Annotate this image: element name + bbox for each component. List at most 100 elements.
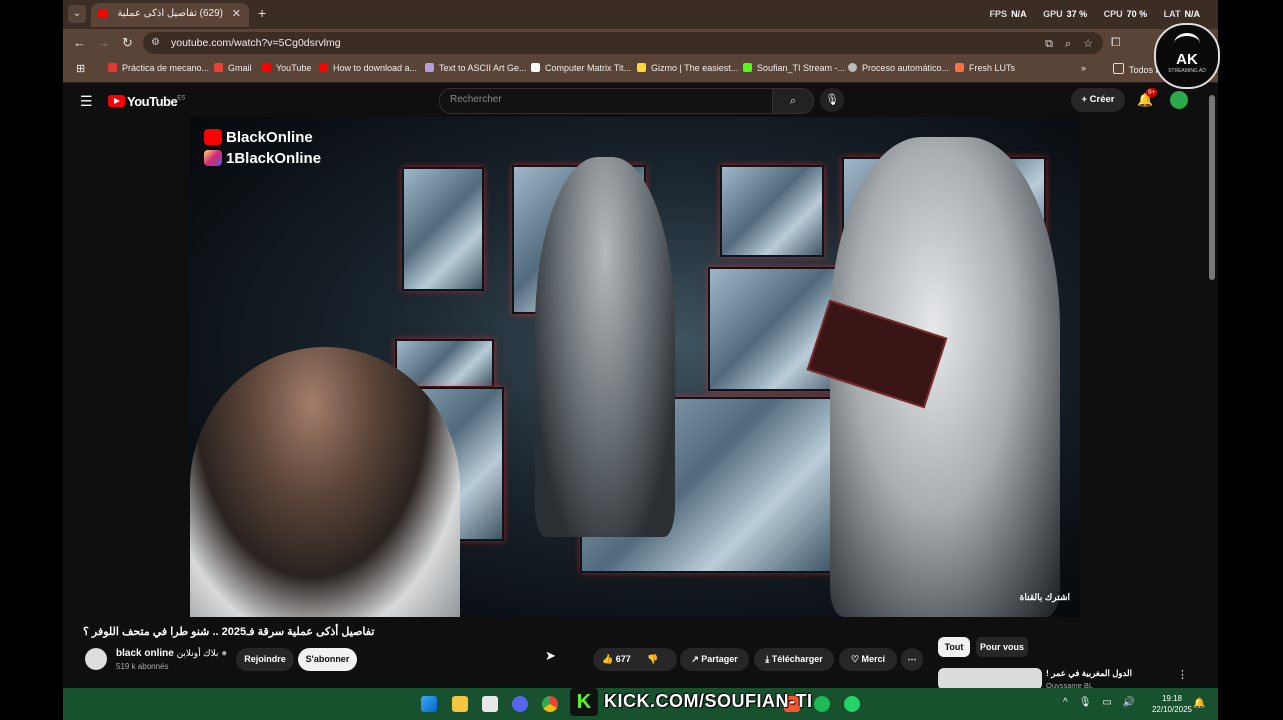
tab-search-button[interactable]: ⌄ <box>68 5 86 23</box>
cast-icon[interactable]: ⧉ <box>1045 38 1053 50</box>
youtube-header: ☰ YouTubeES Rechercher ⌕ 🎙 + Créer 🔔 9+ <box>63 83 1218 117</box>
stream-logo-text: AK <box>1176 51 1198 68</box>
bookmark-item[interactable]: YouTube <box>262 63 311 73</box>
join-button[interactable]: Rejoindre <box>236 648 294 671</box>
stream-logo: AK STREAMING AD <box>1154 23 1220 89</box>
kick-logo-icon: K <box>570 688 598 716</box>
instagram-icon <box>204 150 222 166</box>
bookmark-item[interactable]: Práctica de mecano... <box>108 63 209 73</box>
kick-icon <box>743 63 752 72</box>
file-explorer-icon[interactable] <box>452 696 468 712</box>
new-tab-button[interactable]: + <box>258 5 266 21</box>
video-person-seated <box>190 347 460 617</box>
mouse-cursor-icon: ➤ <box>545 648 556 663</box>
tab-active[interactable]: (629) تفاصيل أذكى عملية سـ ✕ <box>91 3 249 27</box>
gizmo-star-icon <box>637 63 646 72</box>
tray-chevron-icon[interactable]: ^ <box>1063 697 1068 708</box>
verified-icon: ● <box>221 648 228 659</box>
bookmark-item[interactable]: Soufian_TI Stream -... <box>743 63 845 73</box>
watermark-instagram: 1BlackOnline <box>204 150 321 167</box>
thanks-heart-icon: ♡ <box>850 654 860 664</box>
subscribe-button[interactable]: S'abonner <box>298 648 357 671</box>
stream-logo-sub: STREAMING AD <box>1168 68 1206 74</box>
subscribe-watermark: اشترك بالقناة <box>1019 592 1070 602</box>
search-icon: ⌕ <box>789 95 797 107</box>
bookmark-item[interactable]: Proceso automático... <box>848 63 949 73</box>
lat-stat: LAT N/A <box>1163 9 1200 19</box>
bookmark-star-icon[interactable]: ☆ <box>1083 38 1093 50</box>
zoom-icon[interactable]: ⌕ <box>1065 38 1071 50</box>
address-bar[interactable]: ⚙ youtube.com/watch?v=5Cg0dsrvlmg ⧉ ⌕ ☆ <box>143 32 1103 54</box>
page-scrollbar[interactable] <box>1209 95 1215 280</box>
display-icon[interactable]: ▭ <box>1102 697 1111 708</box>
like-button[interactable]: 👍 677 👎 <box>593 648 677 671</box>
system-tray: ^ 🎙 ▭ 🔊 <box>1063 697 1146 708</box>
fresh-luts-icon <box>955 63 964 72</box>
bookmarks-bar: ⊞ Práctica de mecano... Gmail YouTube Ho… <box>63 57 1218 83</box>
apps-grid-icon[interactable]: ⊞ <box>76 62 85 75</box>
volume-icon[interactable]: 🔊 <box>1123 697 1135 708</box>
back-icon[interactable]: ← <box>73 35 86 50</box>
discord-icon[interactable] <box>512 696 528 712</box>
microphone-icon[interactable]: 🎙 <box>1079 697 1092 708</box>
youtube-icon <box>204 129 222 145</box>
globe-icon <box>848 63 857 72</box>
channel-name[interactable]: black online بلاك أونلاين ● <box>116 648 227 659</box>
whatsapp-icon[interactable] <box>844 696 860 712</box>
url-text[interactable]: youtube.com/watch?v=5Cg0dsrvlmg <box>171 37 341 49</box>
store-icon[interactable] <box>482 696 498 712</box>
download-button[interactable]: ⤓ Télécharger <box>754 648 834 671</box>
bookmark-item[interactable]: Text to ASCII Art Ge... <box>425 63 527 73</box>
bookmark-item[interactable]: Computer Matrix Tit... <box>531 63 631 73</box>
omnibox-actions: ⧉ ⌕ ☆ <box>1033 37 1093 51</box>
browser-window: ⌄ (629) تفاصيل أذكى عملية سـ ✕ + FPSN/A … <box>63 0 1218 720</box>
subscriber-count: 519 k abonnés <box>116 662 169 671</box>
share-button[interactable]: ↗ Partager <box>680 648 749 671</box>
tab-close-icon[interactable]: ✕ <box>232 7 241 20</box>
video-title: تفاصيل أذكى عملية سرقة فـ2025 .. شنو طرا… <box>83 626 375 638</box>
recommended-more-icon[interactable]: ⋮ <box>1177 668 1188 681</box>
gpu-stat: GPU 37 % <box>1043 9 1088 19</box>
bookmark-favicon-icon <box>108 63 117 72</box>
thanks-button[interactable]: ♡ Merci <box>839 648 897 671</box>
chip-all[interactable]: Tout <box>938 637 970 657</box>
search-button[interactable]: ⌕ <box>772 88 814 114</box>
bookmark-item[interactable]: Fresh LUTs <box>955 63 1015 73</box>
voice-search-icon[interactable]: 🎙 <box>820 88 844 112</box>
video-monitor <box>402 167 484 291</box>
chip-for-you[interactable]: Pour vous <box>976 637 1028 657</box>
notifications-bell-icon[interactable]: 🔔 9+ <box>1137 88 1158 108</box>
bookmark-item[interactable]: Gizmo | The easiest... <box>637 63 738 73</box>
youtube-icon <box>262 63 271 72</box>
thumbs-up-icon: 👍 <box>602 654 614 664</box>
chrome-icon[interactable] <box>542 696 558 712</box>
bookmarks-more-icon[interactable]: » <box>1081 63 1086 73</box>
create-button[interactable]: + Créer <box>1071 88 1125 112</box>
search-placeholder: Rechercher <box>450 94 502 105</box>
bookmark-item[interactable]: Gmail <box>214 63 252 73</box>
youtube-logo[interactable]: YouTubeES <box>108 93 185 111</box>
extensions-icon[interactable]: ⧠ <box>1111 35 1121 50</box>
account-avatar[interactable] <box>1170 91 1188 109</box>
windows-start-icon[interactable] <box>421 696 437 712</box>
thumbs-down-icon[interactable]: 👎 <box>647 654 658 664</box>
more-actions-icon[interactable]: ⋯ <box>901 648 923 671</box>
site-info-icon[interactable]: ⚙ <box>151 37 160 48</box>
ascii-icon <box>425 63 434 72</box>
video-monitor <box>720 165 824 257</box>
recommended-thumbnail[interactable] <box>938 668 1042 690</box>
menu-hamburger-icon[interactable]: ☰ <box>80 93 93 110</box>
video-person-standing <box>535 157 675 537</box>
notification-center-icon[interactable]: 🔔 <box>1193 698 1205 709</box>
fps-stat: FPS N/A <box>989 9 1027 19</box>
gmail-icon <box>214 63 223 72</box>
bookmark-item[interactable]: How to download a... <box>319 63 417 73</box>
forward-icon[interactable]: → <box>97 35 110 50</box>
matrix-icon <box>531 63 540 72</box>
video-player[interactable]: BlackOnline 1BlackOnline اشترك بالقناة <box>190 117 1080 617</box>
recommended-title[interactable]: الدول المغربية في عمر ! <box>1046 668 1132 679</box>
channel-avatar[interactable] <box>85 648 107 670</box>
spotify-icon[interactable] <box>814 696 830 712</box>
search-input[interactable]: Rechercher <box>439 88 773 114</box>
reload-icon[interactable]: ↻ <box>122 35 133 51</box>
